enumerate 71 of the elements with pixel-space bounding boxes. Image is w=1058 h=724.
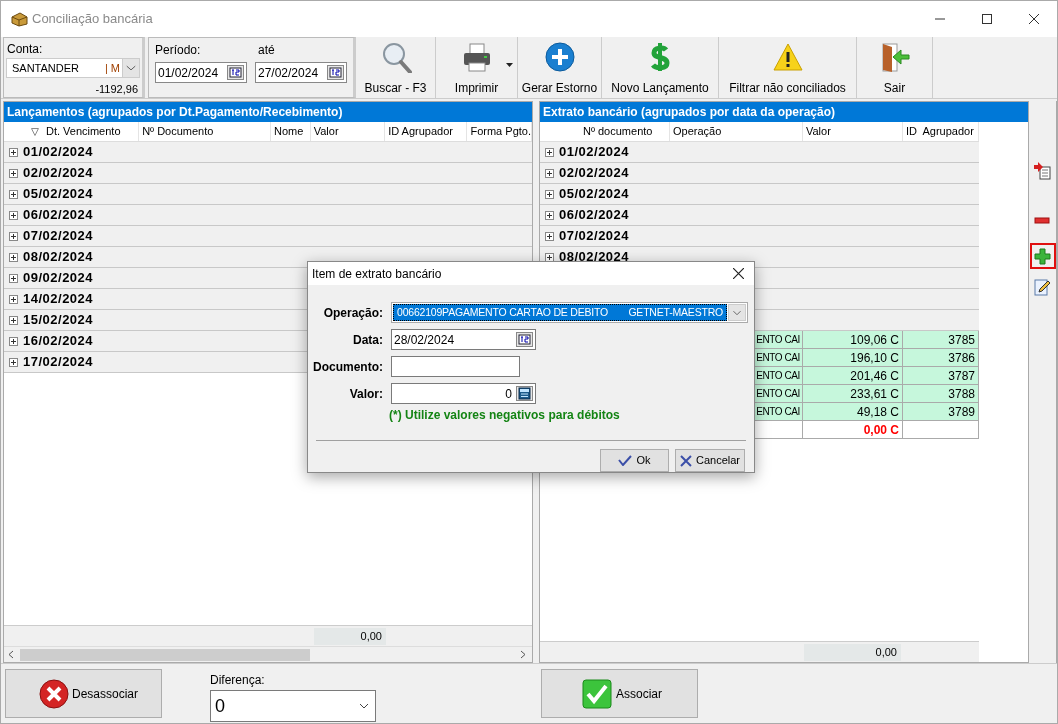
column-header[interactable]: Valor [310,122,386,141]
field-label: Data: [352,332,383,349]
field-label: Documento: [312,359,383,376]
dialog-button[interactable]: Ok [600,449,669,472]
toolbar-button[interactable]: Buscar - F3 [356,37,436,98]
toolbar-button[interactable]: Sair [857,37,933,98]
column-header[interactable]: Nº Documento [139,122,272,141]
table-cell: 3787 [903,367,979,385]
group-date: 01/02/2024 [559,143,630,162]
group-date: 05/02/2024 [559,185,630,204]
group-date: 07/02/2024 [559,227,630,246]
table-cell: 3786 [903,349,979,367]
table-cell: 201,46 C [803,367,903,385]
table-cell: 0,00 C [803,421,903,439]
panel-title: Extrato bancário (agrupados por data da operação) [540,102,1029,122]
column-header[interactable]: Nome [271,122,311,141]
date-field[interactable]: 28/02/2024 [391,329,536,350]
group-date: 07/02/2024 [23,227,94,246]
toolbar-button[interactable]: Imprimir [436,37,518,98]
balance-text: -1192,96 [95,82,138,97]
table-cell: 3785 [903,331,979,349]
table-cell: 3789 [903,403,979,421]
group-date: 08/02/2024 [559,248,630,267]
group-date: 16/02/2024 [23,332,94,351]
group-date: 06/02/2024 [559,206,630,225]
field-label: Conta: [7,42,44,56]
date-field[interactable]: 27/02/2024 [255,62,347,83]
toolbar-button[interactable]: Gerar Estorno [518,37,602,98]
unassociate-button[interactable]: Desassociar [5,669,162,718]
panel-title: Lançamentos (agrupados por Dt.Pagamento/Recebimento) [4,102,532,122]
date-field[interactable]: 01/02/2024 [155,62,247,83]
window-title: Conciliação bancária [32,10,153,29]
table-cell: 233,61 C [803,385,903,403]
table-cell: 196,10 C [803,349,903,367]
field-label: Operação: [322,305,383,322]
group-date: 08/02/2024 [23,248,94,267]
table-cell: 49,18 C [803,403,903,421]
difference-dropdown[interactable]: 0 [210,690,376,722]
column-header[interactable]: ID Agrupador [385,122,468,141]
total-cell: 0,00 [804,643,901,661]
toolbar-button[interactable]: Filtrar não conciliados [719,37,857,98]
field-label: Período: [155,42,202,59]
column-header[interactable]: Forma Pgto. [467,122,532,141]
group-date: 01/02/2024 [23,143,94,162]
total-cell: 0,00 [314,627,386,645]
group-date: 17/02/2024 [23,353,94,372]
field-label: até [258,42,275,59]
hint-text: (*) Utilize valores negativos para débitos [389,407,621,424]
account-dropdown[interactable]: SANTANDER | M [6,58,140,78]
associate-button[interactable]: Associar [541,669,698,718]
column-header[interactable]: Dt. Vencimento [42,122,140,141]
column-header[interactable]: Nº documento [580,122,670,141]
column-header[interactable]: Operação [670,122,803,141]
field-label: Diferença: [210,673,266,687]
table-cell: 109,06 C [803,331,903,349]
dialog-button[interactable]: Cancelar [675,449,745,472]
group-date: 06/02/2024 [23,206,94,225]
dialog-title: Item de extrato bancário [312,265,443,283]
column-header[interactable]: ID Agrupador [903,122,979,141]
table-cell: 3788 [903,385,979,403]
toolbar-button[interactable]: Novo Lançamento [602,37,719,98]
group-date: 02/02/2024 [23,164,94,183]
group-date: 05/02/2024 [23,185,94,204]
amount-field[interactable]: 0 [391,383,536,404]
field-label: Valor: [348,386,383,403]
group-date: 09/02/2024 [23,269,94,288]
operation-dropdown[interactable]: 00662109PAGAMENTO CARTAO DE DEBITO GETNET-MAESTRO [391,302,748,323]
group-date: 02/02/2024 [559,164,630,183]
column-header[interactable]: Valor [803,122,903,141]
group-date: 15/02/2024 [23,311,94,330]
group-date: 14/02/2024 [23,290,94,309]
